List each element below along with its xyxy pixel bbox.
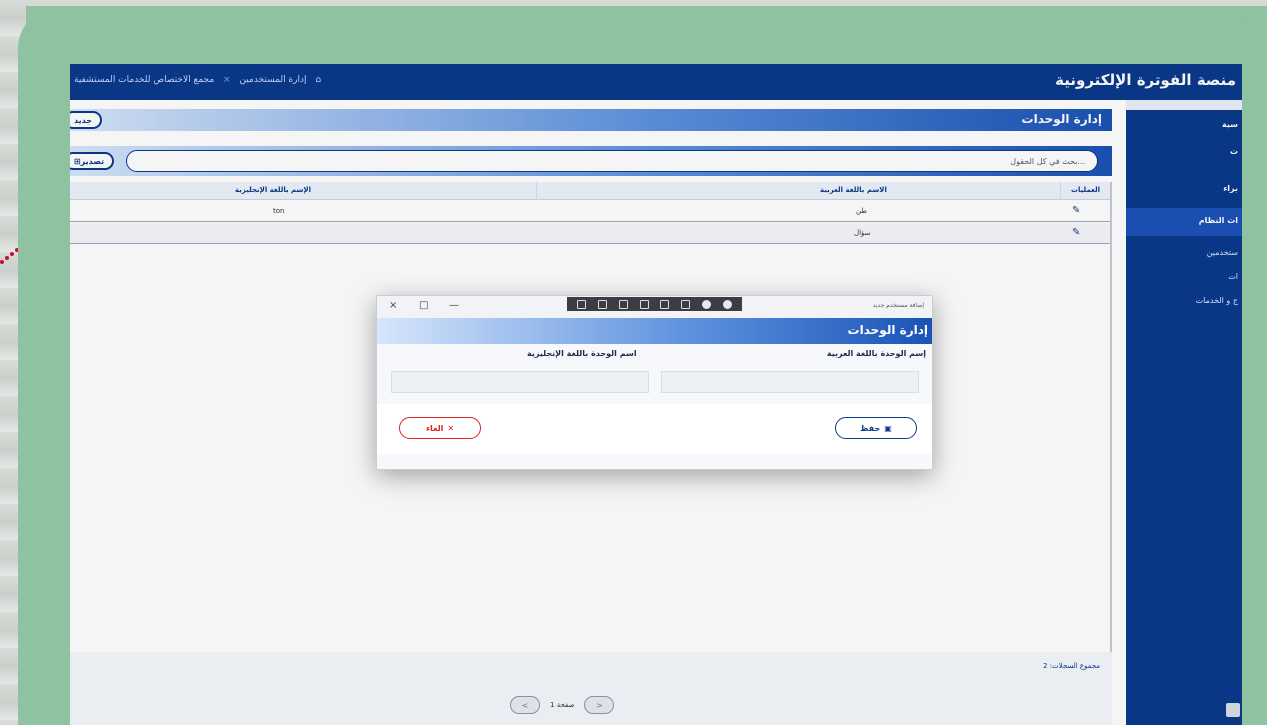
decorative-dots-icon <box>0 248 19 264</box>
tool-3-icon[interactable] <box>618 299 628 309</box>
maximize-icon[interactable]: □ <box>419 300 428 311</box>
tool-7-icon[interactable] <box>702 299 712 309</box>
tool-5-icon[interactable] <box>660 299 670 309</box>
floppy-icon: ▣ <box>884 423 892 433</box>
x-icon: ✕ <box>447 423 455 433</box>
minimize-icon[interactable]: — <box>449 300 459 311</box>
tool-4-icon[interactable] <box>639 299 649 309</box>
dialog-titlebar: × □ — إضافة مستخدم جديد <box>377 296 932 318</box>
dialog-header: إدارة الوحدات <box>377 318 932 344</box>
dialog-toolbar <box>567 297 742 311</box>
english-name-input[interactable] <box>391 371 649 393</box>
arabic-name-input[interactable] <box>661 371 919 393</box>
dialog-title: إدارة الوحدات <box>847 323 928 337</box>
save-button[interactable]: حفظ ▣ <box>835 417 917 439</box>
dialog-window-title: إضافة مستخدم جديد <box>872 302 924 309</box>
tool-2-icon[interactable] <box>597 299 607 309</box>
english-name-label: اسم الوحدة باللغة الإنجليزية <box>527 349 637 358</box>
tool-8-icon[interactable] <box>723 299 733 309</box>
close-icon[interactable]: × <box>389 300 397 311</box>
tool-6-icon[interactable] <box>681 299 691 309</box>
background-top-strip <box>0 0 1267 6</box>
cancel-button[interactable]: الغاء ✕ <box>399 417 481 439</box>
tool-1-icon[interactable] <box>576 299 586 309</box>
add-unit-dialog: × □ — إضافة مستخدم جديد إدارة الوحدات إس… <box>376 295 933 470</box>
cancel-button-label: الغاء <box>425 423 444 433</box>
save-button-label: حفظ <box>860 423 881 433</box>
arabic-name-label: إسم الوحدة باللغة العربية <box>826 349 926 358</box>
